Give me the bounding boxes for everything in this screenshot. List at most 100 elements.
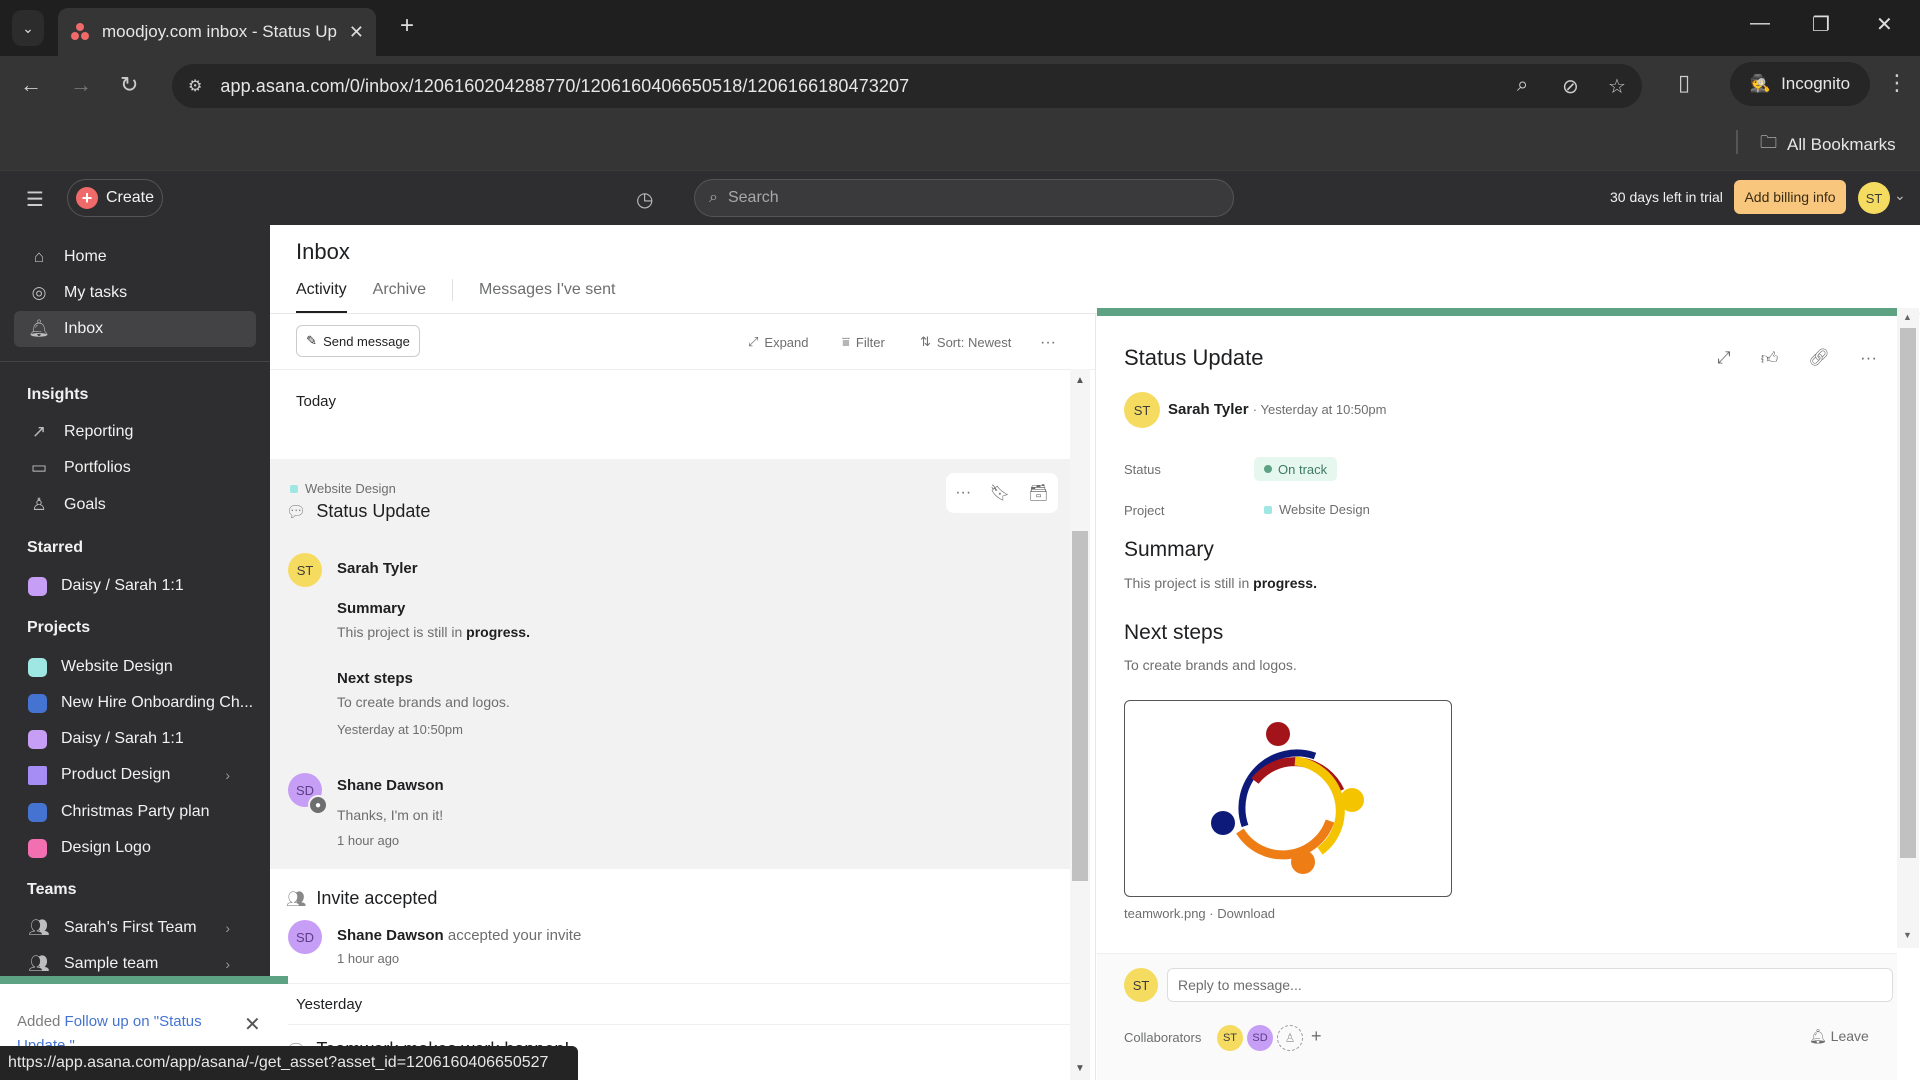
chevron-right-icon[interactable]: › <box>225 920 230 936</box>
expand-icon[interactable]: ⤢ <box>1717 348 1731 369</box>
browser-menu-icon[interactable]: ⋮ <box>1886 70 1908 96</box>
scrollbar-thumb[interactable] <box>1072 531 1088 881</box>
search-input[interactable]: ⌕ Search <box>694 179 1234 217</box>
project-tag[interactable]: Website Design <box>290 481 396 496</box>
scroll-up-icon[interactable]: ▲ <box>1903 312 1912 322</box>
restore-button[interactable]: ❐ <box>1812 12 1830 37</box>
close-icon[interactable]: ✕ <box>244 1012 261 1037</box>
all-bookmarks-button[interactable]: 🗀 All Bookmarks <box>1760 130 1896 159</box>
user-avatar[interactable]: ST <box>1858 182 1890 214</box>
add-collaborator-icon[interactable]: ♙ <box>1277 1025 1303 1051</box>
scroll-down-icon[interactable]: ▼ <box>1903 930 1912 940</box>
app-top-bar: ☰ + Create ◷ ⌕ Search 30 days left in tr… <box>0 170 1920 225</box>
scrollbar-thumb[interactable] <box>1900 328 1916 858</box>
card-title[interactable]: 💬︎ Status Update <box>286 501 430 522</box>
sidebar-item-goals[interactable]: ♙ Goals <box>14 487 256 523</box>
summary-heading: Summary <box>337 600 406 617</box>
sidebar-project-design-logo[interactable]: Design Logo <box>14 830 256 866</box>
sidebar-project-daisy-sarah[interactable]: Daisy / Sarah 1:1 <box>14 721 256 757</box>
chevron-down-icon[interactable]: ⌄ <box>1894 187 1906 204</box>
tab-close-icon[interactable]: ✕ <box>349 22 364 43</box>
status-badge[interactable]: On track <box>1254 457 1338 481</box>
thumbs-up-icon[interactable]: 👍︎ <box>1761 348 1779 369</box>
expand-button[interactable]: ⤢ Expand <box>748 334 809 350</box>
minimize-button[interactable]: — <box>1750 12 1770 35</box>
url-text[interactable]: app.asana.com/0/inbox/1206160204288770/1… <box>220 76 909 97</box>
actor-name[interactable]: Shane Dawson <box>337 927 444 944</box>
scroll-up-icon[interactable]: ▲ <box>1075 375 1085 386</box>
menu-icon[interactable]: ☰ <box>26 187 44 212</box>
sidebar-item-starred[interactable]: Daisy / Sarah 1:1 <box>14 568 256 604</box>
author-name[interactable]: Shane Dawson <box>337 777 444 794</box>
new-tab-button[interactable]: + <box>400 12 414 40</box>
sort-button[interactable]: ⇅ Sort: Newest <box>920 334 1011 350</box>
sidebar-team-sarahs-first[interactable]: 👥︎ Sarah's First Team › <box>14 910 256 946</box>
bookmark-icon[interactable]: 🔖︎ <box>990 483 1010 503</box>
tab-messages-sent[interactable]: Messages I've sent <box>479 277 615 313</box>
sidebar-project-christmas[interactable]: Christmas Party plan <box>14 794 256 830</box>
browser-tab-bar: ⌄ moodjoy.com inbox - Status Up ✕ + — ❐ … <box>0 0 1920 56</box>
project-color-icon <box>1264 505 1272 514</box>
filter-button[interactable]: ⩸ Filter <box>842 334 885 350</box>
collaborator-avatar[interactable]: ST <box>1217 1025 1243 1051</box>
day-heading-today: Today <box>296 393 337 410</box>
project-link[interactable]: Website Design <box>1264 502 1370 517</box>
sidebar-item-label: Sample team <box>64 955 159 972</box>
reply-input[interactable]: Reply to message... <box>1167 968 1893 1002</box>
side-panel-icon[interactable]: ▯ <box>1678 70 1690 96</box>
comment-badge-icon: ● <box>308 795 328 815</box>
sidebar-item-my-tasks[interactable]: ◎ My tasks <box>14 275 256 311</box>
leave-button[interactable]: 🔔︎ Leave <box>1809 1028 1869 1045</box>
archive-icon[interactable]: 🗃︎ <box>1028 483 1048 503</box>
scroll-down-icon[interactable]: ▼ <box>1075 1063 1085 1074</box>
eye-off-icon[interactable]: ⊘ <box>1562 74 1579 99</box>
more-options-icon[interactable]: ··· <box>955 484 971 502</box>
address-bar[interactable]: ⚙ app.asana.com/0/inbox/1206160204288770… <box>172 64 1642 108</box>
attachment-image[interactable] <box>1124 700 1452 897</box>
tab-archive[interactable]: Archive <box>373 277 426 313</box>
more-options-icon[interactable]: ··· <box>1040 334 1056 352</box>
sidebar-item-portfolios[interactable]: ▭ Portfolios <box>14 450 256 486</box>
incognito-badge[interactable]: 🕵 Incognito <box>1730 62 1870 106</box>
chevron-right-icon[interactable]: › <box>225 767 230 783</box>
team-icon: 👥︎ <box>28 954 50 973</box>
invite-accepted-title[interactable]: 👥︎ Invite accepted <box>286 888 437 909</box>
link-icon[interactable]: 🔗︎ <box>1808 348 1830 369</box>
sidebar-item-inbox[interactable]: 🔔︎ Inbox <box>14 311 256 347</box>
create-button[interactable]: + Create <box>67 179 163 217</box>
add-billing-button[interactable]: Add billing info <box>1734 180 1846 214</box>
tab-list-button[interactable]: ⌄ <box>12 10 44 46</box>
author-name[interactable]: Sarah Tyler <box>337 560 418 577</box>
sidebar-project-product-design[interactable]: Product Design › <box>14 757 256 793</box>
sidebar-project-new-hire[interactable]: New Hire Onboarding Ch... <box>14 685 256 721</box>
zoom-icon[interactable]: ⌕ <box>1517 74 1528 97</box>
window-close-button[interactable]: ✕ <box>1876 12 1893 37</box>
sidebar-item-reporting[interactable]: ↗ Reporting <box>14 414 256 450</box>
download-link[interactable]: Download <box>1217 906 1275 921</box>
sidebar-project-website-design[interactable]: Website Design <box>14 649 256 685</box>
status-update-card[interactable]: Website Design 💬︎ Status Update ··· 🔖︎ 🗃︎… <box>270 459 1070 759</box>
reload-icon[interactable]: ↻ <box>120 72 138 98</box>
history-clock-icon[interactable]: ◷ <box>636 187 653 212</box>
project-color-icon <box>28 576 47 596</box>
collaborator-avatar[interactable]: SD <box>1247 1025 1273 1051</box>
star-icon[interactable]: ☆ <box>1608 74 1626 99</box>
summary-text: This project is still in progress. <box>337 624 530 640</box>
sidebar-item-home[interactable]: ⌂ Home <box>14 239 256 275</box>
avatar: SD <box>288 920 322 954</box>
detail-scrollbar[interactable]: ▲ ▼ <box>1897 308 1919 948</box>
author-name[interactable]: Sarah Tyler <box>1168 401 1249 418</box>
more-options-icon[interactable]: ··· <box>1860 348 1877 369</box>
site-info-icon[interactable]: ⚙ <box>188 76 202 96</box>
plus-icon[interactable]: + <box>1311 1026 1322 1047</box>
forward-icon[interactable]: → <box>70 72 92 98</box>
tab-activity[interactable]: Activity <box>296 277 347 313</box>
back-icon[interactable]: ← <box>20 72 42 98</box>
attachment-name[interactable]: teamwork.png <box>1124 906 1206 921</box>
day-heading-yesterday: Yesterday <box>296 996 363 1013</box>
chevron-right-icon[interactable]: › <box>225 956 230 972</box>
list-scrollbar[interactable]: ▲ ▼ <box>1070 369 1090 1080</box>
send-message-button[interactable]: ✎ Send message <box>296 325 420 357</box>
reply-card[interactable]: SD ● Shane Dawson Thanks, I'm on it! 1 h… <box>270 759 1070 869</box>
browser-tab[interactable]: moodjoy.com inbox - Status Up ✕ <box>58 8 376 56</box>
